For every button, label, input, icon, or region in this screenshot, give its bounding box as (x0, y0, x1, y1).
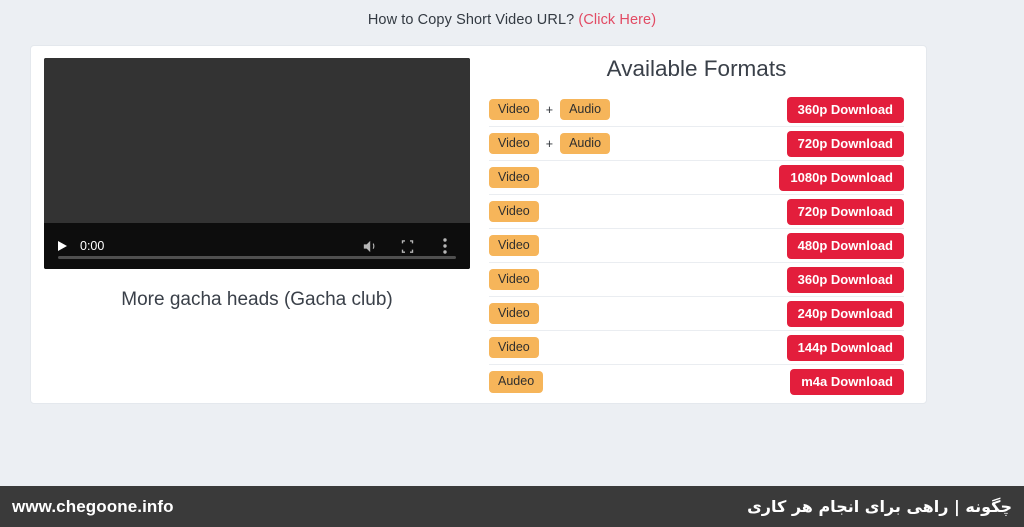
formats-heading: Available Formats (606, 56, 787, 81)
format-tag-group: Video (489, 166, 539, 189)
format-tag: Video (489, 98, 539, 121)
copy-url-help-link[interactable]: (Click Here) (578, 12, 656, 28)
footer-site-name: www.chegoone.info (12, 496, 174, 516)
download-button[interactable]: 1080p Download (779, 164, 904, 191)
top-note-text: How to Copy Short Video URL? (367, 12, 575, 28)
download-button[interactable]: 360p Download (786, 96, 904, 123)
download-button[interactable]: 720p Download (786, 130, 904, 157)
current-time-label: 0:00 (80, 239, 105, 253)
video-player[interactable]: 0:00 (44, 58, 470, 269)
play-icon[interactable] (58, 241, 67, 251)
download-button[interactable]: 480p Download (786, 232, 904, 259)
format-tag-group: Video (489, 200, 539, 223)
format-tag: Audeo (489, 371, 544, 393)
formats-column: Available Formats Video + Audio 360p Downlo… (471, 46, 926, 403)
formats-list: Video + Audio 360p Download Video + Audio 720p … (489, 93, 904, 399)
format-tag-group: Audeo (489, 371, 544, 393)
format-row: Video 360p Download (489, 263, 904, 297)
volume-icon[interactable] (358, 235, 380, 257)
format-row: Video 480p Download (489, 229, 904, 263)
format-tag-group: Video + Audio (489, 132, 611, 155)
download-button[interactable]: 720p Download (786, 198, 904, 225)
format-row: Video 144p Download (489, 331, 904, 365)
top-note-bar: How to Copy Short Video URL? (Click Here… (0, 0, 1024, 28)
footer-slogan: چگونه | راهی برای انجام هر کاری (747, 497, 1012, 516)
format-tag: Video (489, 132, 539, 155)
format-tag-group: Video (489, 336, 539, 359)
format-row: Video 240p Download (489, 297, 904, 331)
video-stage[interactable] (44, 58, 470, 223)
format-tag-group: Video (489, 302, 539, 325)
plus-separator: + (545, 136, 554, 151)
plus-separator: + (545, 102, 554, 117)
more-options-icon[interactable] (434, 235, 456, 257)
format-tag: Audio (560, 98, 611, 121)
format-row: Video 1080p Download (489, 161, 904, 195)
format-row: Video + Audio 720p Download (489, 127, 904, 161)
fullscreen-icon[interactable] (396, 235, 418, 257)
format-tag: Video (489, 166, 539, 189)
video-control-bar: 0:00 (44, 223, 470, 269)
format-row: Video + Audio 360p Download (489, 93, 904, 127)
format-tag: Audio (560, 132, 611, 155)
download-button[interactable]: 360p Download (786, 266, 904, 293)
format-tag: Video (489, 200, 539, 223)
format-row: Audeo m4a Download (489, 365, 904, 399)
footer-bar: www.chegoone.info چگونه | راهی برای انجا… (0, 486, 1024, 527)
main-card: 0:00 More gacha heads (Gacha club) Avail… (30, 45, 927, 404)
video-title: More gacha heads (Gacha club) (121, 289, 393, 310)
format-tag-group: Video (489, 234, 539, 257)
format-tag-group: Video + Audio (489, 98, 611, 121)
player-column: 0:00 More gacha heads (Gacha club) (31, 46, 471, 403)
format-tag: Video (489, 336, 539, 359)
format-tag-group: Video (489, 268, 539, 291)
format-tag: Video (489, 302, 539, 325)
video-progress-bar[interactable] (58, 256, 456, 259)
download-button[interactable]: m4a Download (790, 369, 904, 395)
format-tag: Video (489, 234, 539, 257)
download-button[interactable]: 144p Download (786, 334, 904, 361)
format-tag: Video (489, 268, 539, 291)
download-button[interactable]: 240p Download (786, 300, 904, 327)
format-row: Video 720p Download (489, 195, 904, 229)
